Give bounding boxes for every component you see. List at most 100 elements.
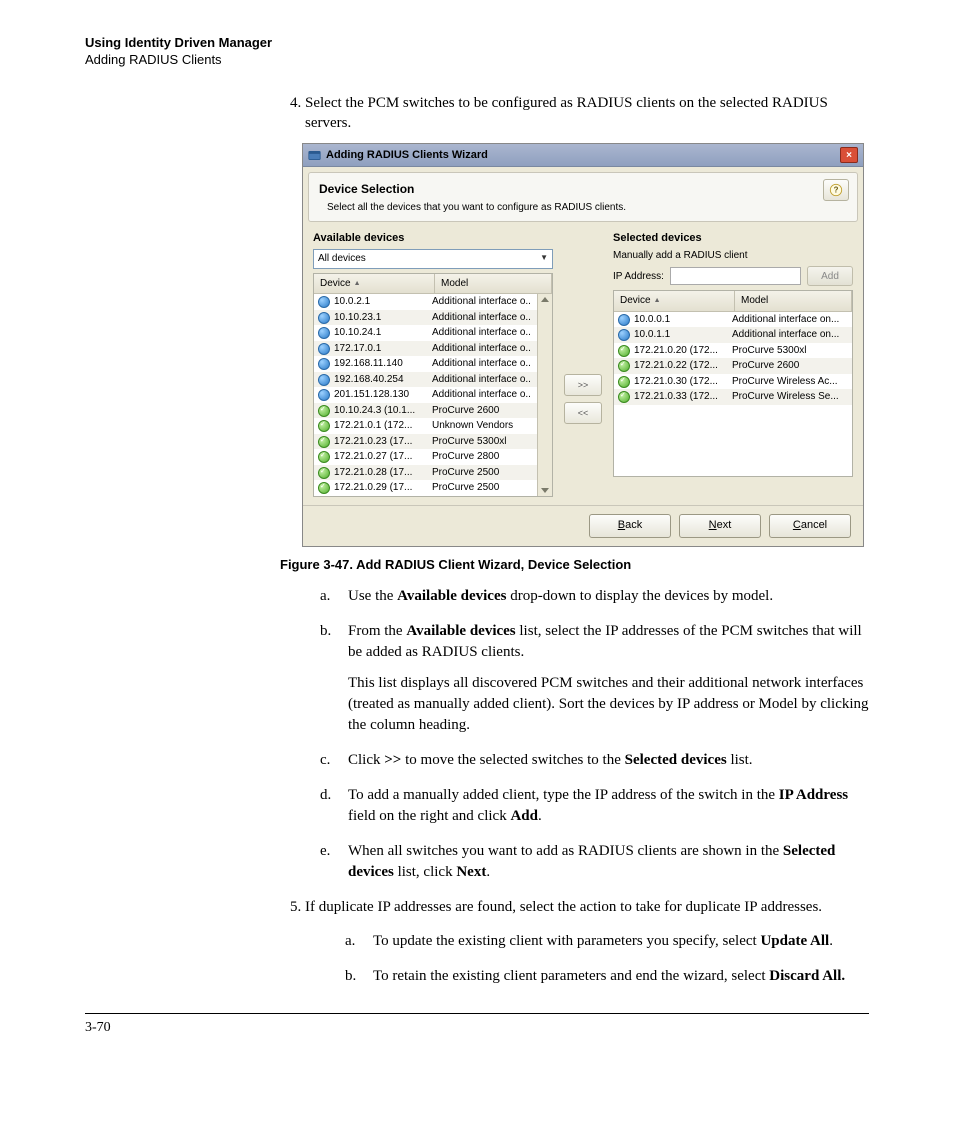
table-row[interactable]: 172.21.0.30 (172...ProCurve Wireless Ac.… xyxy=(614,374,852,390)
device-model: ProCurve 5300xl xyxy=(426,435,552,449)
status-interface-icon xyxy=(318,374,330,386)
chevron-down-icon: ▼ xyxy=(540,253,548,264)
substep-b-para2: This list displays all discovered PCM sw… xyxy=(348,673,869,736)
table-row[interactable]: 10.0.2.1Additional interface o.. xyxy=(314,294,552,310)
device-model: ProCurve 2500 xyxy=(426,481,552,495)
device-model: Additional interface o.. xyxy=(426,342,552,356)
status-interface-icon xyxy=(318,343,330,355)
substep-e: When all switches you want to add as RAD… xyxy=(348,841,869,883)
table-row[interactable]: 172.21.0.23 (17... ProCurve 5300xl xyxy=(314,434,552,450)
status-device-icon xyxy=(318,482,330,494)
substep-a: Use the Available devices drop-down to d… xyxy=(348,586,869,607)
device-ip: 172.21.0.28 (17... xyxy=(334,466,412,480)
device-ip: 172.21.0.22 (172... xyxy=(634,359,718,373)
table-row[interactable]: 172.21.0.27 (17... ProCurve 2800 xyxy=(314,449,552,465)
status-device-icon xyxy=(618,391,630,403)
device-model: Additional interface o.. xyxy=(426,388,552,402)
table-row[interactable]: 172.21.0.1 (172... Unknown Vendors xyxy=(314,418,552,434)
device-model: ProCurve 5300xl xyxy=(726,344,852,358)
back-button[interactable]: Back xyxy=(589,514,671,538)
add-button[interactable]: Add xyxy=(807,266,853,286)
status-interface-icon xyxy=(318,358,330,370)
substep-c: Click >> to move the selected switches t… xyxy=(348,750,869,771)
device-ip: 201.151.128.130 xyxy=(334,388,409,402)
device-ip: 172.21.0.27 (17... xyxy=(334,450,412,464)
col-header-model[interactable]: Model xyxy=(435,274,552,294)
table-row[interactable]: 172.21.0.33 (172...ProCurve Wireless Se.… xyxy=(614,389,852,405)
col-header-device-sel[interactable]: Device▲ xyxy=(614,291,735,311)
substep-b: From the Available devices list, select … xyxy=(348,621,869,736)
back-rest: ack xyxy=(625,519,642,531)
help-icon: ? xyxy=(829,183,843,197)
sort-asc-icon: ▲ xyxy=(354,279,361,288)
device-model: ProCurve 2600 xyxy=(426,404,552,418)
device-ip: 172.21.0.29 (17... xyxy=(334,481,412,495)
ip-address-input[interactable] xyxy=(670,267,801,285)
status-device-icon xyxy=(318,405,330,417)
substep-5b: To retain the existing client parameters… xyxy=(373,966,869,987)
table-row[interactable]: 172.21.0.28 (17... ProCurve 2500 xyxy=(314,465,552,481)
table-row[interactable]: 10.10.24.3 (10.1...ProCurve 2600 xyxy=(314,403,552,419)
status-device-icon xyxy=(318,467,330,479)
device-model: ProCurve 2800 xyxy=(426,450,552,464)
device-model: Additional interface o.. xyxy=(426,357,552,371)
step-5-text: If duplicate IP addresses are found, sel… xyxy=(305,899,822,915)
table-row[interactable]: 201.151.128.130 Additional interface o.. xyxy=(314,387,552,403)
table-row[interactable]: 172.17.0.1Additional interface o.. xyxy=(314,341,552,357)
substep-d: To add a manually added client, type the… xyxy=(348,785,869,827)
status-device-icon xyxy=(318,451,330,463)
device-ip: 172.21.0.20 (172... xyxy=(634,344,718,358)
next-button[interactable]: Next xyxy=(679,514,761,538)
status-interface-icon xyxy=(318,312,330,324)
device-model: Additional interface o.. xyxy=(426,326,552,340)
sort-asc-icon: ▲ xyxy=(654,296,661,305)
scrollbar[interactable] xyxy=(537,294,552,496)
section-subtitle: Select all the devices that you want to … xyxy=(327,201,847,215)
window-icon xyxy=(308,149,321,162)
device-model: Additional interface o.. xyxy=(426,311,552,325)
device-model: Unknown Vendors xyxy=(426,419,552,433)
device-ip: 10.10.24.1 xyxy=(334,326,381,340)
table-row[interactable]: 172.21.0.20 (172... ProCurve 5300xl xyxy=(614,343,852,359)
dialog-screenshot: Adding RADIUS Clients Wizard × Device Se… xyxy=(305,143,869,547)
available-devices-table: Device▲ Model 10.0.2.1Additional interfa… xyxy=(313,273,553,497)
table-row[interactable]: 192.168.40.254Additional interface o.. xyxy=(314,372,552,388)
table-row[interactable]: 10.10.23.1 Additional interface o.. xyxy=(314,310,552,326)
help-button[interactable]: ? xyxy=(823,179,849,201)
device-model: Additional interface on... xyxy=(726,328,852,342)
device-model: Additional interface o.. xyxy=(426,295,552,309)
device-ip: 172.21.0.1 (172... xyxy=(334,419,412,433)
step-4: Select the PCM switches to be configured… xyxy=(305,93,869,547)
table-row[interactable]: 192.168.11.140Additional interface o.. xyxy=(314,356,552,372)
svg-text:?: ? xyxy=(834,186,839,195)
device-ip: 10.10.23.1 xyxy=(334,311,381,325)
move-left-button[interactable]: << xyxy=(564,402,602,424)
footer-rule xyxy=(85,1013,869,1014)
device-ip: 172.21.0.30 (172... xyxy=(634,375,718,389)
table-row[interactable]: 10.0.1.1Additional interface on... xyxy=(614,327,852,343)
status-device-icon xyxy=(318,420,330,432)
cancel-button[interactable]: Cancel xyxy=(769,514,851,538)
status-interface-icon xyxy=(618,314,630,326)
section-title: Device Selection xyxy=(319,181,847,197)
col-header-device[interactable]: Device▲ xyxy=(314,274,435,294)
move-right-button[interactable]: >> xyxy=(564,374,602,396)
device-ip: 172.21.0.23 (17... xyxy=(334,435,412,449)
table-row[interactable]: 172.21.0.22 (172...ProCurve 2600 xyxy=(614,358,852,374)
page-header: Using Identity Driven Manager Adding RAD… xyxy=(85,35,869,69)
status-device-icon xyxy=(618,360,630,372)
header-subtitle: Adding RADIUS Clients xyxy=(85,52,869,69)
substep-5a: To update the existing client with param… xyxy=(373,931,869,952)
page-number: 3-70 xyxy=(85,1020,869,1036)
device-model: Additional interface o.. xyxy=(426,373,552,387)
table-row[interactable]: 10.0.0.1Additional interface on... xyxy=(614,312,852,328)
ip-address-label: IP Address: xyxy=(613,270,664,284)
close-button[interactable]: × xyxy=(840,147,858,163)
table-row[interactable]: 10.10.24.1 Additional interface o.. xyxy=(314,325,552,341)
table-row[interactable]: 172.21.0.29 (17... ProCurve 2500 xyxy=(314,480,552,496)
device-filter-dropdown[interactable]: All devices ▼ xyxy=(313,249,553,269)
col-header-model-sel[interactable]: Model xyxy=(735,291,852,311)
status-interface-icon xyxy=(318,296,330,308)
header-title: Using Identity Driven Manager xyxy=(85,35,869,52)
device-model: ProCurve 2500 xyxy=(426,466,552,480)
